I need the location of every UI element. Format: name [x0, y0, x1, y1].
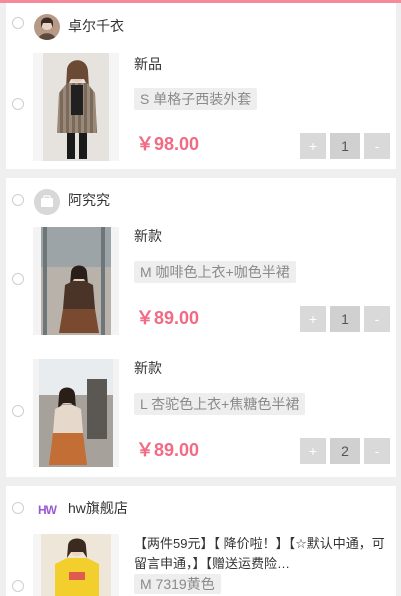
- store-name[interactable]: 阿究究: [68, 191, 110, 209]
- cart-item: 新款 L 杏驼色上衣+焦糖色半裙 ￥89.00 + 2 -: [6, 356, 396, 472]
- item-select-radio[interactable]: [12, 405, 24, 417]
- cart-item: 新品 S 单格子西装外套 ￥98.00 + 1 -: [6, 49, 396, 169]
- item-select-radio[interactable]: [12, 580, 24, 592]
- quantity-stepper: + 2 -: [300, 438, 390, 464]
- decrease-button[interactable]: -: [364, 133, 390, 159]
- item-price: ￥89.00: [136, 440, 200, 460]
- store-avatar[interactable]: [34, 14, 60, 40]
- item-select-radio[interactable]: [12, 98, 24, 110]
- item-price: ￥98.00: [136, 134, 200, 154]
- item-tag: 新款: [134, 228, 162, 244]
- bag-icon: [34, 189, 60, 215]
- store-card: 阿究究 新款 M 咖啡色上衣+咖色半裙 ￥89.00 + 1 - 新款 L 杏驼…: [6, 178, 396, 477]
- product-image[interactable]: [33, 227, 119, 335]
- increase-button[interactable]: +: [300, 438, 326, 464]
- item-select-radio[interactable]: [12, 273, 24, 285]
- item-spec[interactable]: S 单格子西装外套: [134, 88, 258, 110]
- item-tag: 新品: [134, 56, 162, 72]
- store-card: 卓尔千衣 新品 S 单格子西装外套 ￥98.00 + 1 -: [6, 3, 396, 169]
- store-name[interactable]: hw旗舰店: [68, 499, 128, 517]
- store-avatar[interactable]: [34, 189, 60, 215]
- item-spec[interactable]: M 7319黄色: [134, 574, 221, 594]
- increase-button[interactable]: +: [300, 133, 326, 159]
- decrease-button[interactable]: -: [364, 438, 390, 464]
- cart-item: 【两件59元】【 降价啦！】【☆默认中通，可留言申通，】【赠送运费险… M 73…: [6, 532, 396, 596]
- product-image[interactable]: [33, 534, 119, 596]
- store-logo-text: HW: [38, 503, 57, 517]
- item-spec[interactable]: M 咖啡色上衣+咖色半裙: [134, 261, 296, 283]
- product-image[interactable]: [33, 53, 119, 161]
- decrease-button[interactable]: -: [364, 306, 390, 332]
- store-header[interactable]: HW hw旗舰店: [6, 486, 396, 532]
- item-title[interactable]: 【两件59元】【 降价啦！】【☆默认中通，可留言申通，】【赠送运费险…: [134, 534, 390, 574]
- product-image[interactable]: [33, 359, 119, 467]
- increase-button[interactable]: +: [300, 306, 326, 332]
- item-tag: 新款: [134, 360, 162, 376]
- store-select-radio[interactable]: [12, 17, 24, 29]
- quantity-value[interactable]: 2: [330, 438, 360, 464]
- quantity-stepper: + 1 -: [300, 306, 390, 332]
- store-header[interactable]: 阿究究: [6, 178, 396, 224]
- store-header[interactable]: 卓尔千衣: [6, 3, 396, 49]
- store-name[interactable]: 卓尔千衣: [68, 17, 124, 35]
- store-avatar[interactable]: HW: [34, 497, 60, 523]
- quantity-stepper: + 1 -: [300, 133, 390, 159]
- item-spec[interactable]: L 杏驼色上衣+焦糖色半裙: [134, 393, 306, 415]
- item-price: ￥89.00: [136, 308, 200, 328]
- cart-item: 新款 M 咖啡色上衣+咖色半裙 ￥89.00 + 1 -: [6, 224, 396, 340]
- store-select-radio[interactable]: [12, 502, 24, 514]
- store-select-radio[interactable]: [12, 194, 24, 206]
- quantity-value[interactable]: 1: [330, 133, 360, 159]
- store-card: HW hw旗舰店 【两件59元】【 降价啦！】【☆默认中通，可留言申通，】【赠送…: [6, 486, 396, 596]
- quantity-value[interactable]: 1: [330, 306, 360, 332]
